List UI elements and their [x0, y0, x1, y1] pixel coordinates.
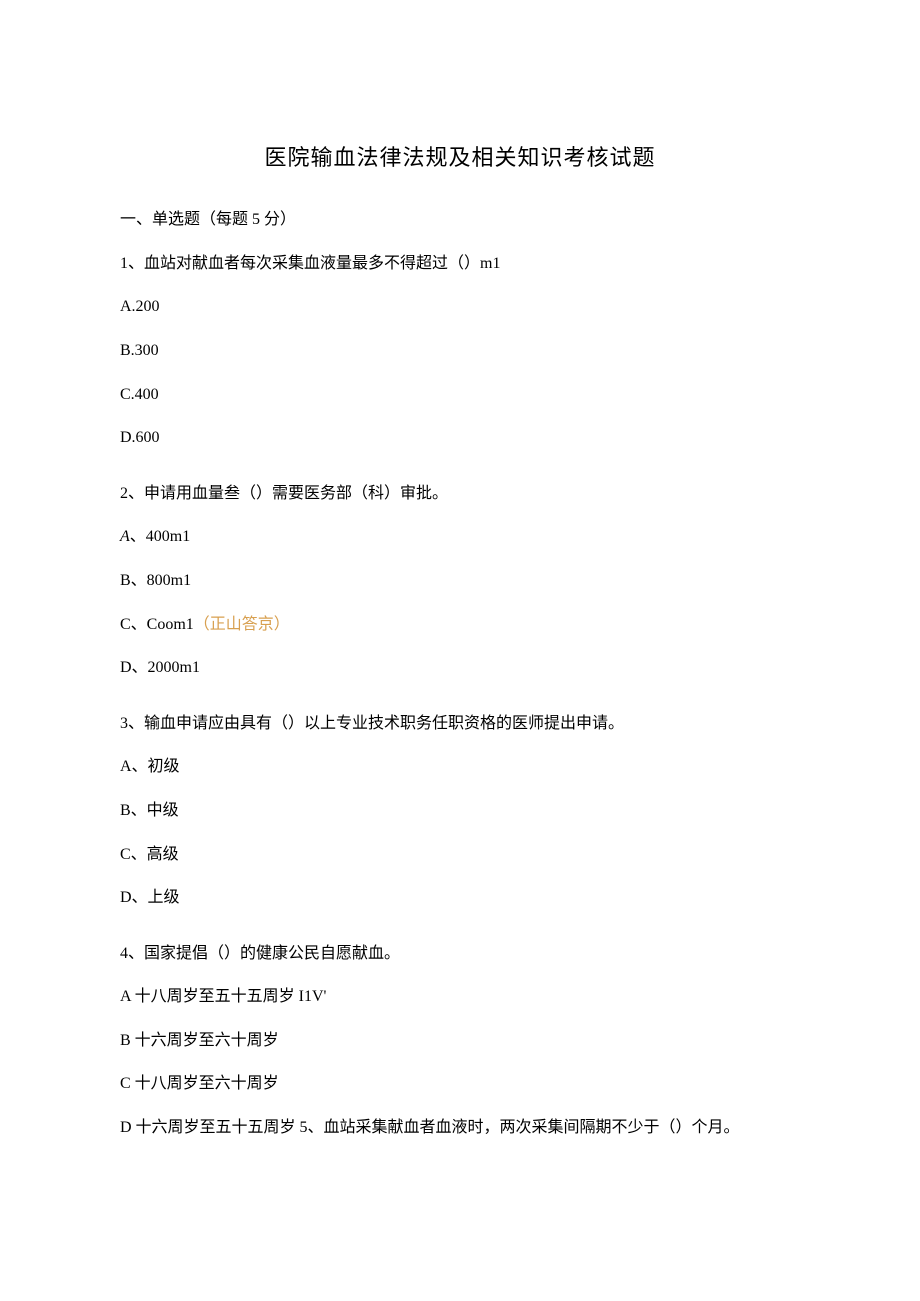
- q4-option-a: A 十八周岁至五十五周岁 I1V': [120, 984, 800, 1010]
- q3-option-a: A、初级: [120, 754, 800, 780]
- q1-option-d: D.600: [120, 425, 800, 451]
- q4-option-d: D 十六周岁至五十五周岁 5、血站采集献血者血液时，两次采集间隔期不少于（）个月…: [120, 1115, 800, 1141]
- q2-option-a: A、400m1: [120, 524, 800, 550]
- q2-option-c-main: C、Coom1: [120, 616, 194, 633]
- q3-stem: 3、输血申请应由具有（）以上专业技术职务任职资格的医师提出申请。: [120, 711, 800, 737]
- document-title: 医院输血法律法规及相关知识考核试题: [120, 140, 800, 175]
- q2-option-c-hint: （正山答京）: [194, 616, 290, 633]
- q3-option-c: C、高级: [120, 842, 800, 868]
- q1-option-b: B.300: [120, 338, 800, 364]
- q4-option-c: C 十八周岁至六十周岁: [120, 1071, 800, 1097]
- q2-option-c: C、Coom1（正山答京）: [120, 612, 800, 638]
- q2-option-a-prefix: A: [120, 528, 130, 545]
- q4-stem: 4、国家提倡（）的健康公民自愿献血。: [120, 941, 800, 967]
- q1-option-c: C.400: [120, 382, 800, 408]
- q3-option-b: B、中级: [120, 798, 800, 824]
- q1-stem: 1、血站对献血者每次采集血液量最多不得超过（）m1: [120, 251, 800, 277]
- q1-option-a: A.200: [120, 294, 800, 320]
- document-page: 医院输血法律法规及相关知识考核试题 一、单选题（每题 5 分） 1、血站对献血者…: [0, 0, 920, 1219]
- section-header: 一、单选题（每题 5 分）: [120, 207, 800, 233]
- q4-option-b: B 十六周岁至六十周岁: [120, 1028, 800, 1054]
- q3-option-d: D、上级: [120, 885, 800, 911]
- q2-option-b: B、800m1: [120, 568, 800, 594]
- q2-option-d: D、2000m1: [120, 655, 800, 681]
- q2-option-a-rest: 、400m1: [130, 528, 190, 545]
- q2-stem: 2、申请用血量叁（）需要医务部（科）审批。: [120, 481, 800, 507]
